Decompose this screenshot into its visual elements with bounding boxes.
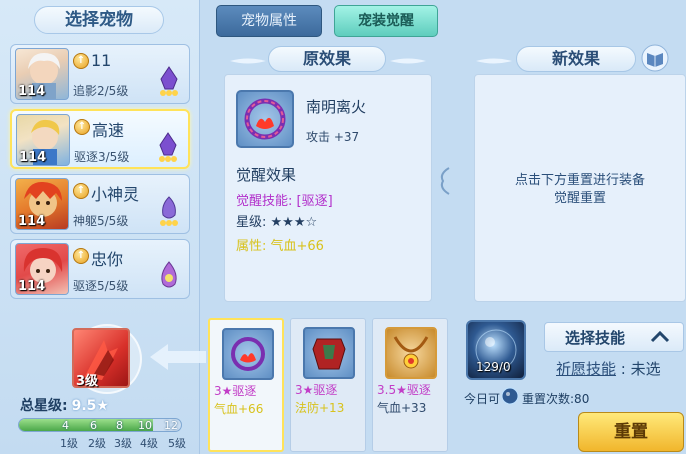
reset-button[interactable]: 重置 [578,412,684,452]
slot-awaken-skill: 3★驱逐 [214,384,257,398]
pet-list: 114 ↑ 11 追影2/5级 114 ↑ 高速 驱逐3/5级 114 ↑ 小神… [10,44,190,304]
emblem-level: 3级 [76,374,99,389]
star-progress-ticks: 4 6 8 10 12 [18,419,182,433]
pet-name: 11 [91,51,112,70]
level-label: 3级 [114,437,132,450]
total-star-label: 总星级: [20,398,68,414]
pet-card-3[interactable]: 114 ↑ 小神灵 神躯5/5级 [10,174,190,234]
awaken-attribute: 属性: 气血+66 [236,239,324,254]
equipment-stat: 攻击 +37 [306,130,360,144]
original-effect-title: 原效果 [268,46,386,72]
pet-level: 114 [19,150,47,165]
pet-skill: 神躯5/5级 [73,214,129,228]
new-effect-hint: 点击下方重置进行装备 觉醒重置 [474,172,686,208]
level-label: 2级 [88,437,106,450]
book-icon[interactable] [640,44,670,72]
panel-divider-deco-icon [440,167,450,195]
progress-tick: 12 [164,419,178,432]
new-effect-title: 新效果 [516,46,636,72]
select-skill-label: 选择技能 [565,329,626,347]
pet-avatar: 114 [16,114,70,166]
awaken-skill: 觉醒技能: [驱逐] [236,194,333,209]
slot-awaken-attr: 法防+13 [295,401,345,415]
element-icon [160,66,178,96]
chevron-up-icon [650,330,670,343]
armor-icon [312,338,346,370]
pet-skill: 驱逐3/5级 [74,150,130,164]
element-icon [160,196,178,226]
awaken-emblem: 3级 [58,316,148,400]
element-icon [159,132,177,162]
pet-equipment-awaken-window: 选择宠物 114 ↑ 11 追影2/5级 114 ↑ 高速 驱逐3/5级 114… [0,0,686,454]
level-label: 4级 [140,437,158,450]
pet-rank-icon: ↑ [73,53,89,69]
progress-tick: 8 [116,419,123,432]
hint-line-2: 觉醒重置 [553,191,606,206]
progress-tick: 10 [138,419,152,432]
slot-item-icon [222,328,274,380]
pet-rank-icon: ↑ [73,183,89,199]
pet-avatar: 114 [15,178,69,230]
level-label: 1级 [60,437,78,450]
tab-equipment-awaken[interactable]: 宠装觉醒 [334,5,438,37]
equipment-slot-2[interactable]: 3★驱逐 法防+13 [290,318,366,452]
hint-line-1: 点击下方重置进行装备 [514,173,645,188]
element-icon [161,261,177,288]
slot-item-icon [385,327,437,379]
flame-ring-icon [244,98,286,140]
title-wing-right-icon [390,58,426,64]
daily-reset-count: 重置次数:80 [522,392,590,406]
pet-level: 114 [18,214,46,229]
select-pet-title: 选择宠物 [34,6,164,34]
pet-skill: 驱逐5/5级 [73,279,129,293]
flame-ring-icon [231,337,265,371]
pet-skill: 追影2/5级 [73,84,129,98]
slot-awaken-skill: 3★驱逐 [295,383,338,397]
pet-rank-icon: ↑ [73,248,89,264]
equipment-slot-1[interactable]: 3★驱逐 气血+66 [208,318,284,452]
total-star-level: 总星级: 9.5★ [20,395,109,415]
pet-name: 小神灵 [91,185,140,204]
equipment-slots: 3★驱逐 气血+66 3★驱逐 法防+13 3.5★驱逐 气血+33 [208,318,458,454]
wish-skill-colon: : [616,360,631,378]
progress-tick: 4 [62,419,69,432]
wish-skill-value: 未选 [630,360,661,378]
pet-name: 高速 [92,121,125,140]
wish-skill-line: 祈愿技能 : 未选 [556,358,661,379]
pet-selection-panel: 选择宠物 114 ↑ 11 追影2/5级 114 ↑ 高速 驱逐3/5级 114… [0,0,200,454]
slot-awaken-attr: 气血+66 [214,402,264,416]
tab-pet-attributes[interactable]: 宠物属性 [216,5,322,37]
necklace-icon [393,336,429,369]
pet-card-1[interactable]: 114 ↑ 11 追影2/5级 [10,44,190,104]
pet-level: 114 [18,84,46,99]
wish-skill-link[interactable]: 祈愿技能 [556,360,616,378]
total-star-value: 9.5★ [71,398,109,414]
pet-level: 114 [18,279,46,294]
pet-avatar: 114 [15,48,69,100]
equipment-slot-3[interactable]: 3.5★驱逐 气血+33 [372,318,448,452]
slot-awaken-attr: 气血+33 [377,401,427,415]
slot-item-icon [303,327,355,379]
awaken-star-level: 星级: ★★★☆ [236,215,318,230]
daily-reset-info: 今日可 重置次数:80 [464,390,589,407]
pet-avatar: 114 [15,243,69,295]
reset-stone-small-icon [501,387,519,405]
star-level-labels: 1级 2级 3级 4级 5级 [18,435,188,450]
awaken-effect-heading: 觉醒效果 [236,166,297,184]
equipment-item-frame[interactable] [236,90,294,148]
title-wing-left-icon [230,58,266,64]
pet-rank-icon: ↑ [74,119,90,135]
equipment-name: 南明离火 [306,98,367,116]
pet-card-2[interactable]: 114 ↑ 高速 驱逐3/5级 [10,109,190,169]
level-label: 5级 [168,437,186,450]
pet-name: 忠你 [91,250,124,269]
title-wing-left-icon [476,58,512,64]
reset-stone-count: 129/0 [476,360,511,374]
pet-card-4[interactable]: 114 ↑ 忠你 驱逐5/5级 [10,239,190,299]
slot-awaken-skill: 3.5★驱逐 [377,383,431,397]
select-skill-dropdown[interactable]: 选择技能 [544,322,684,352]
arrow-left-deco-icon [150,344,206,370]
progress-tick: 6 [90,419,97,432]
daily-prefix: 今日可 [464,392,501,406]
